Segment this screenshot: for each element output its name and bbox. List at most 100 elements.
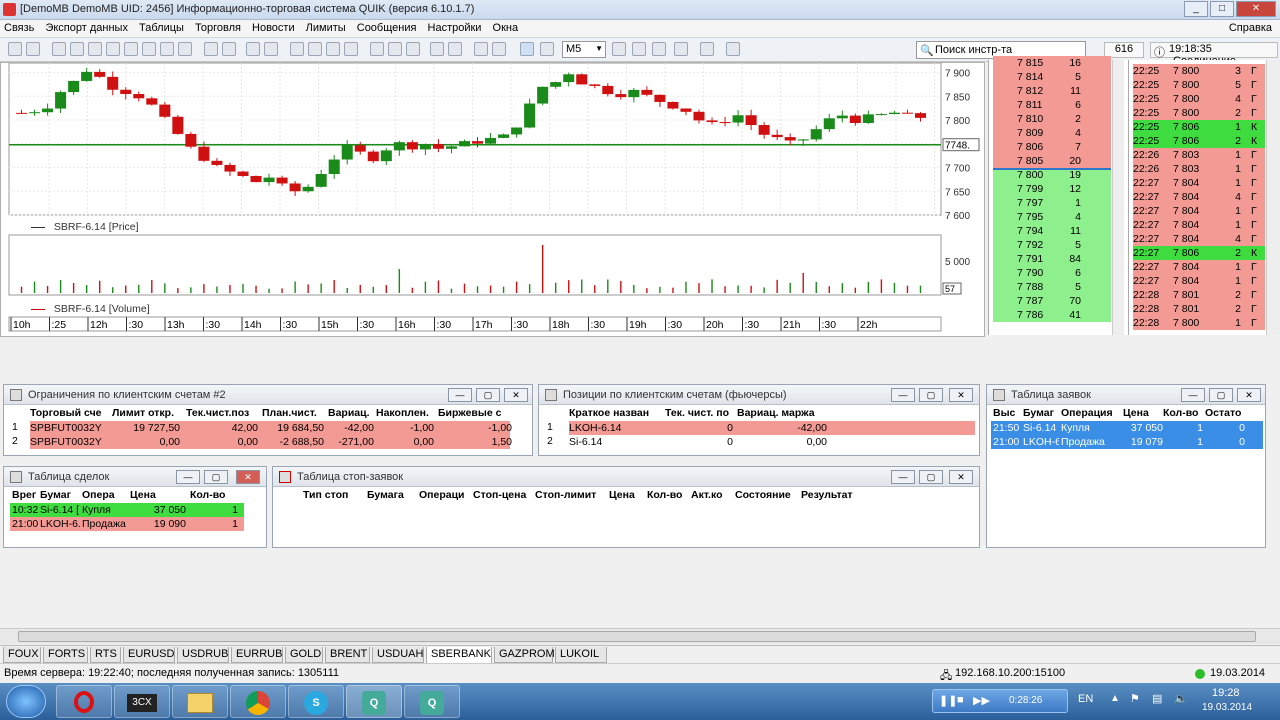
tape-row[interactable]: 22:25 7 800 3 Г xyxy=(1133,64,1265,78)
menu-connection[interactable]: Связь xyxy=(0,20,38,36)
quotes-icon[interactable] xyxy=(70,42,84,56)
column-header[interactable]: Тек. чист. по xyxy=(665,407,733,419)
tape-row[interactable]: 22:27 7 806 2 К xyxy=(1133,246,1265,260)
quik-taskbar-button[interactable]: Q xyxy=(346,685,402,718)
workspace-tab[interactable]: SBERBANK xyxy=(426,647,492,664)
tape-row[interactable]: 22:28 7 801 2 Г xyxy=(1133,302,1265,316)
column-header[interactable]: Состояние xyxy=(735,489,799,501)
column-header[interactable]: Акт.ко xyxy=(691,489,731,501)
limits-icon[interactable] xyxy=(178,42,192,56)
orderbook-row[interactable]: 7 788 5 xyxy=(993,280,1111,294)
crosshair-icon[interactable] xyxy=(612,42,626,56)
column-header[interactable]: Бумаг xyxy=(40,489,80,501)
workspace-tab[interactable]: EURRUB xyxy=(231,647,283,663)
price-chart[interactable]: 7 9007 8507 8007 7507 7007 6507 6007748.… xyxy=(1,62,986,338)
volume-icon[interactable]: 🔈 xyxy=(1174,692,1188,705)
close-button[interactable]: ✕ xyxy=(1237,388,1261,402)
workspace-tab[interactable]: BRENT xyxy=(325,647,370,663)
minimize-button[interactable]: — xyxy=(1181,388,1205,402)
column-header[interactable]: Бумага xyxy=(367,489,417,501)
clock-date[interactable]: 19.03.2014 xyxy=(1202,702,1252,713)
column-header[interactable]: Операция xyxy=(1061,407,1115,419)
workspace-tab[interactable]: FORTS xyxy=(43,647,88,663)
orderbook-row[interactable]: 7 814 5 xyxy=(993,70,1111,84)
chart-icon[interactable] xyxy=(88,42,102,56)
next-icon[interactable]: ▶▶ xyxy=(973,694,990,707)
tape-row[interactable]: 22:27 7 804 1 Г xyxy=(1133,260,1265,274)
tape-scrollbar[interactable] xyxy=(1266,60,1280,335)
column-header[interactable]: Торговый сче xyxy=(30,407,110,419)
tape-row[interactable]: 22:28 7 801 2 Г xyxy=(1133,288,1265,302)
menu-trading[interactable]: Торговля xyxy=(191,20,245,36)
tray-arrow-icon[interactable]: ▲ xyxy=(1110,693,1120,704)
column-header[interactable]: Лимит откр. xyxy=(112,407,180,419)
orderbook[interactable]: 7 815 16 7 814 5 7 812 11 7 811 6 7 810 2 7 809 4 7 … xyxy=(988,56,1128,335)
close-button[interactable]: ✕ xyxy=(1236,1,1276,17)
column-header[interactable]: План.чист. xyxy=(262,407,324,419)
interval-select[interactable]: M5 ▼ xyxy=(562,41,606,58)
tape-row[interactable]: 22:25 7 800 2 Г xyxy=(1133,106,1265,120)
tape-row[interactable]: 22:28 7 800 1 Г xyxy=(1133,316,1265,330)
text-icon[interactable] xyxy=(246,42,260,56)
workspace-tab[interactable]: EURUSD xyxy=(123,647,175,663)
minimize-button[interactable]: _ xyxy=(1184,1,1208,17)
quik2-taskbar-button[interactable]: Q xyxy=(404,685,460,718)
column-header[interactable]: Стоп-лимит xyxy=(535,489,601,501)
clock-time[interactable]: 19:28 xyxy=(1212,687,1240,699)
book-icon[interactable] xyxy=(430,42,444,56)
line-icon[interactable] xyxy=(700,42,714,56)
minimize-button[interactable]: — xyxy=(891,388,915,402)
maximize-button[interactable]: ▢ xyxy=(919,470,943,484)
tape-row[interactable]: 22:27 7 804 4 Г xyxy=(1133,190,1265,204)
column-header[interactable]: Остато xyxy=(1205,407,1245,419)
close-button[interactable]: ✕ xyxy=(949,388,973,402)
workspace-tab[interactable]: USDUAH xyxy=(372,647,424,663)
column-header[interactable]: Вариац. маржа xyxy=(737,407,827,419)
lock-icon[interactable] xyxy=(388,42,402,56)
tape-row[interactable]: 22:27 7 804 1 Г xyxy=(1133,218,1265,232)
network-icon[interactable]: ▤ xyxy=(1152,692,1162,705)
connect-icon[interactable] xyxy=(8,42,22,56)
media-player-widget[interactable]: ❚❚ ■ ▶▶ 0:28:26 xyxy=(932,689,1068,713)
explorer-taskbar-button[interactable] xyxy=(172,685,228,718)
column-header[interactable]: Краткое назван xyxy=(569,407,661,419)
orderbook-row[interactable]: 7 810 2 xyxy=(993,112,1111,126)
news-icon[interactable] xyxy=(308,42,322,56)
start-button[interactable] xyxy=(6,685,46,718)
menu-help[interactable]: Справка xyxy=(1225,20,1276,36)
menu-tables[interactable]: Таблицы xyxy=(135,20,188,36)
orderbook-row[interactable]: 7 795 4 xyxy=(993,210,1111,224)
workspace-tab[interactable]: USDRUB xyxy=(177,647,229,663)
clock-icon[interactable] xyxy=(344,42,358,56)
column-header[interactable]: Операци xyxy=(419,489,471,501)
orders-icon[interactable] xyxy=(106,42,120,56)
pin-icon[interactable] xyxy=(264,42,278,56)
tape-row[interactable]: 22:27 7 804 1 Г xyxy=(1133,274,1265,288)
alert-icon[interactable] xyxy=(222,42,236,56)
maximize-button[interactable]: ▢ xyxy=(1209,388,1233,402)
hline-icon[interactable] xyxy=(726,42,740,56)
workspace-scrollbar[interactable] xyxy=(0,628,1280,644)
orderbook-row[interactable]: 7 797 1 xyxy=(993,196,1111,210)
workspace-tab[interactable]: GAZPROM xyxy=(494,647,555,663)
bell-icon[interactable] xyxy=(448,42,462,56)
tape-row[interactable]: 22:25 7 800 4 Г xyxy=(1133,92,1265,106)
pan-icon[interactable] xyxy=(674,42,688,56)
close-button[interactable]: ✕ xyxy=(949,470,973,484)
flag-icon[interactable]: ⚑ xyxy=(1130,692,1140,705)
orderbook-row[interactable]: 7 800 19 xyxy=(993,168,1111,182)
chart-window[interactable]: 7 9007 8507 8007 7507 7007 6507 6007748.… xyxy=(0,62,985,337)
orderbook-row[interactable]: 7 812 11 xyxy=(993,84,1111,98)
tape-row[interactable]: 22:27 7 804 1 Г xyxy=(1133,176,1265,190)
orderbook-row[interactable]: 7 794 11 xyxy=(993,224,1111,238)
column-header[interactable]: Тек.чист.поз xyxy=(186,407,258,419)
workspace-tab[interactable]: RTS xyxy=(90,647,121,663)
scrollbar-thumb[interactable] xyxy=(18,631,1256,642)
column-header[interactable]: Стоп-цена xyxy=(473,489,533,501)
column-header[interactable]: Бумаг xyxy=(1023,407,1059,419)
orderbook-row[interactable]: 7 790 6 xyxy=(993,266,1111,280)
orderbook-row[interactable]: 7 815 16 xyxy=(993,56,1111,70)
tape-row[interactable]: 22:27 7 804 1 Г xyxy=(1133,204,1265,218)
minimize-button[interactable]: — xyxy=(891,470,915,484)
tape-row[interactable]: 22:27 7 804 4 Г xyxy=(1133,232,1265,246)
